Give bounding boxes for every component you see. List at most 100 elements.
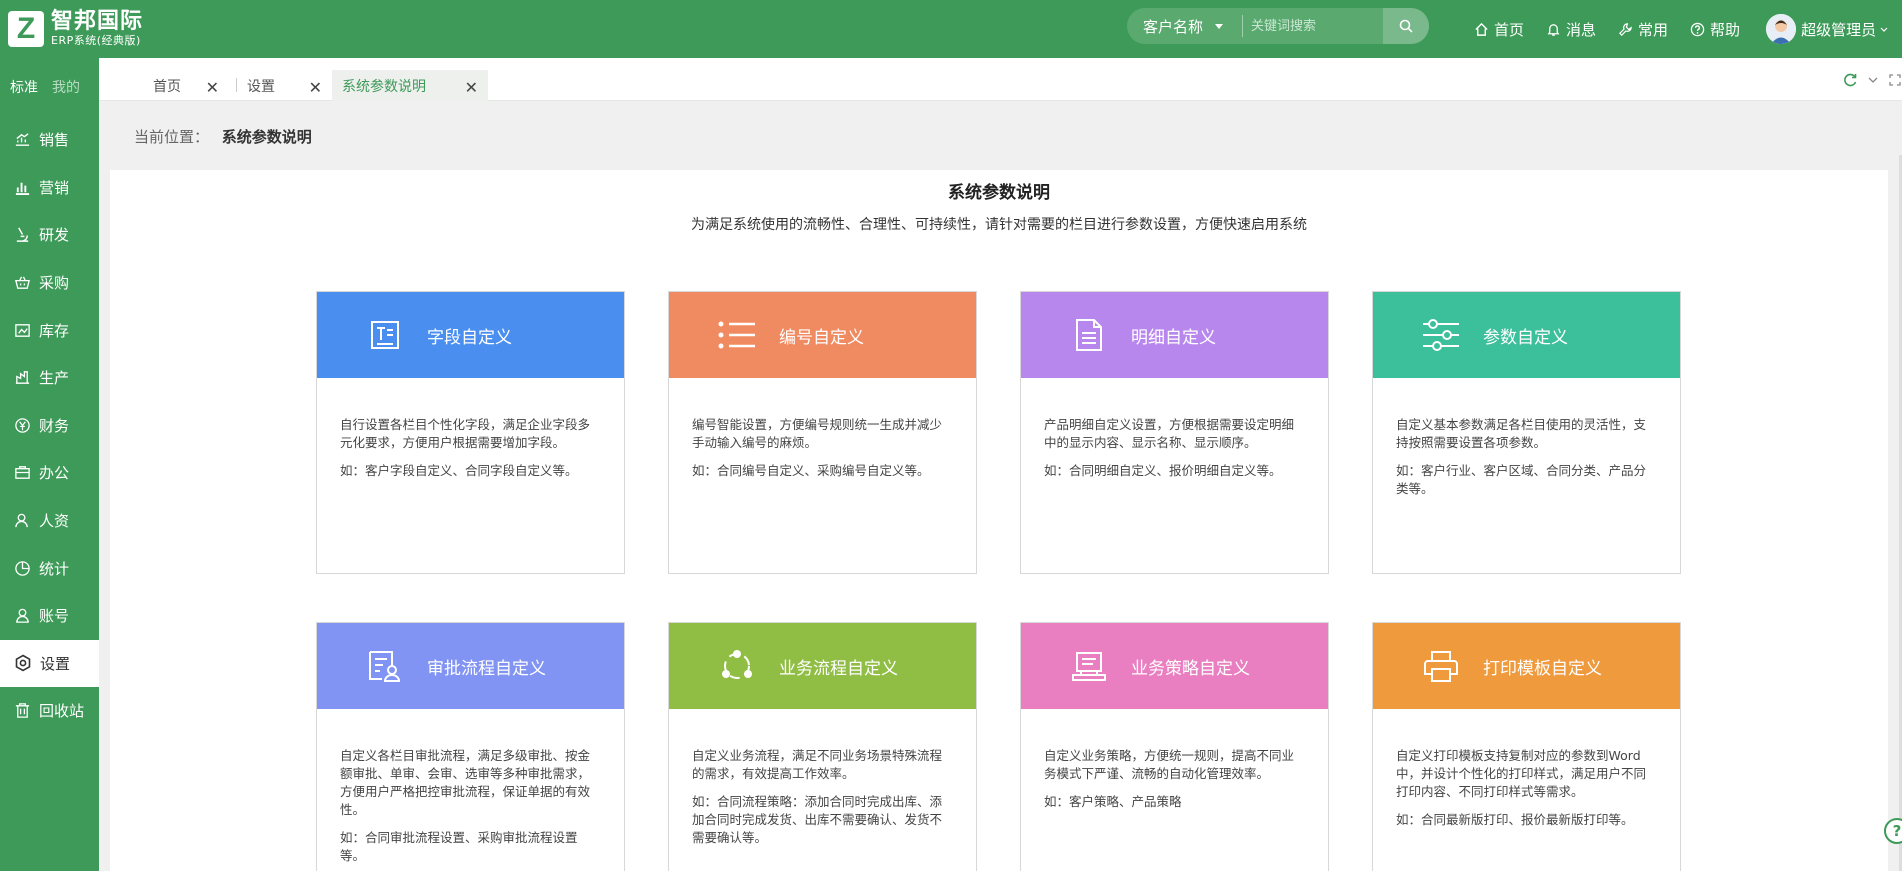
help-icon	[1690, 22, 1705, 36]
card-header: 明细自定义	[1021, 292, 1328, 378]
sidebar-item-settings[interactable]: 设置	[0, 639, 99, 688]
card-example: 如：合同编号自定义、采购编号自定义等。	[692, 463, 930, 478]
briefcase-icon	[15, 466, 30, 480]
card-detail-custom[interactable]: 明细自定义 产品明细自定义设置，方便根据需要设定明细中的显示内容、显示名称、显示…	[1020, 291, 1329, 574]
nav-home[interactable]: 首页	[1474, 19, 1524, 40]
card-example: 如：合同明细自定义、报价明细自定义等。	[1044, 463, 1282, 478]
sidebar-tab-mine[interactable]: 我的	[52, 77, 80, 97]
card-example: 如：客户行业、客户区域、合同分类、产品分类等。	[1396, 463, 1647, 496]
sidebar-item-sales[interactable]: 销售	[0, 116, 99, 164]
card-print-template-custom[interactable]: 打印模板自定义 自定义打印模板支持复制对应的参数到Word中，并设计个性化的打印…	[1372, 622, 1681, 871]
breadcrumb-label: 当前位置：	[134, 128, 210, 146]
nav-messages[interactable]: 消息	[1546, 19, 1596, 40]
tab-settings[interactable]: 设置 ✕	[237, 70, 332, 101]
sidebar-item-purchase[interactable]: 采购	[0, 259, 99, 307]
card-title: 明细自定义	[1131, 327, 1216, 348]
sidebar-item-production[interactable]: 生产	[0, 354, 99, 402]
card-header: 业务流程自定义	[669, 623, 976, 709]
search-input[interactable]	[1243, 8, 1383, 44]
card-description: 自行设置各栏目个性化字段，满足企业字段多元化要求，方便用户根据需要增加字段。	[340, 417, 591, 450]
card-field-custom[interactable]: 字段自定义 自行设置各栏目个性化字段，满足企业字段多元化要求，方便用户根据需要增…	[316, 291, 625, 574]
caret-down-icon	[1215, 23, 1224, 29]
sidebar-item-inventory[interactable]: 库存	[0, 306, 99, 354]
breadcrumb-current: 系统参数说明	[221, 128, 312, 146]
page-description: 为满足系统使用的流畅性、合理性、可持续性，请针对需要的栏目进行参数设置，方便快速…	[691, 217, 1307, 233]
logo-subtitle: ERP系统(经典版)	[51, 34, 141, 47]
card-header: 字段自定义	[317, 292, 624, 378]
gear-icon	[15, 654, 31, 672]
search-bar: 客户名称	[1127, 8, 1429, 44]
document-icon	[1069, 315, 1109, 355]
refresh-icon[interactable]	[1842, 72, 1858, 88]
card-example: 如：合同流程策略：添加合同时完成出库、添加合同时完成发货、出库不需要确认、发货不…	[692, 794, 943, 845]
sales-chart-icon	[15, 133, 30, 147]
card-title: 审批流程自定义	[427, 658, 546, 679]
nav-common[interactable]: 常用	[1618, 19, 1668, 40]
sidebar-item-marketing[interactable]: 营销	[0, 164, 99, 212]
card-example: 如：合同审批流程设置、采购审批流程设置等。	[340, 830, 578, 863]
trash-icon	[15, 703, 30, 719]
sidebar-item-account[interactable]: 账号	[0, 592, 99, 640]
sidebar-tab-standard[interactable]: 标准	[10, 77, 38, 97]
search-button[interactable]	[1383, 8, 1429, 44]
sidebar-item-recycle[interactable]: 回收站	[0, 687, 99, 735]
card-header: 参数自定义	[1373, 292, 1680, 378]
card-strategy-custom[interactable]: 业务策略自定义 自定义业务策略，方便统一规则，提高不同业务模式下严谨、流畅的自动…	[1020, 622, 1329, 871]
page-title: 系统参数说明	[948, 183, 1050, 203]
chevron-down-icon[interactable]	[1866, 73, 1880, 87]
home-icon	[1475, 22, 1488, 36]
field-icon	[365, 315, 405, 355]
sidebar-item-hr[interactable]: 人资	[0, 497, 99, 545]
nav-help[interactable]: 帮助	[1690, 19, 1740, 40]
bar-chart-icon	[15, 182, 30, 195]
card-example: 如：客户字段自定义、合同字段自定义等。	[340, 463, 578, 478]
card-title: 业务流程自定义	[779, 658, 898, 679]
card-number-custom[interactable]: 编号自定义 编号智能设置，方便编号规则统一生成并减少手动输入编号的麻烦。 如：合…	[668, 291, 977, 574]
breadcrumb: 当前位置： 系统参数说明	[134, 126, 312, 147]
account-icon	[16, 608, 29, 624]
tab-bar: 首页 ✕ 设置 ✕ 系统参数说明 ✕	[99, 58, 1902, 101]
user-menu[interactable]: 超级管理员	[1766, 14, 1889, 44]
pie-icon	[15, 560, 30, 576]
sidebar-item-rnd[interactable]: 研发	[0, 211, 99, 259]
sidebar-tabs: 标准 我的	[0, 58, 99, 116]
card-description: 自定义各栏目审批流程，满足多级审批、按金额审批、单审、会审、选审等多种审批需求，…	[340, 748, 591, 817]
tab-tools	[1842, 72, 1902, 88]
user-name: 超级管理员	[1801, 20, 1877, 39]
logo-mark: Z	[8, 11, 44, 47]
card-description: 自定义基本参数满足各栏目使用的灵活性，支持按照需要设置各项参数。	[1396, 417, 1647, 450]
card-header: 编号自定义	[669, 292, 976, 378]
card-param-custom[interactable]: 参数自定义 自定义基本参数满足各栏目使用的灵活性，支持按照需要设置各项参数。 如…	[1372, 291, 1681, 574]
sidebar-item-office[interactable]: 办公	[0, 449, 99, 497]
tab-home[interactable]: 首页 ✕	[99, 70, 229, 101]
close-icon[interactable]: ✕	[206, 78, 219, 97]
list-icon	[717, 315, 757, 355]
search-scope-select[interactable]: 客户名称	[1127, 16, 1242, 37]
production-icon	[15, 371, 30, 385]
card-header: 审批流程自定义	[317, 623, 624, 709]
bell-icon	[1547, 23, 1560, 36]
card-description: 产品明细自定义设置，方便根据需要设定明细中的显示内容、显示名称、显示顺序。	[1044, 417, 1295, 450]
sidebar-item-finance[interactable]: 财务	[0, 402, 99, 450]
card-header: 业务策略自定义	[1021, 623, 1328, 709]
logo-name: 智邦国际	[51, 9, 144, 34]
fullscreen-icon[interactable]	[1888, 73, 1902, 87]
sidebar-item-stats[interactable]: 统计	[0, 544, 99, 592]
person-icon	[15, 513, 28, 528]
logo[interactable]: Z 智邦国际 ERP系统(经典版)	[0, 10, 180, 48]
close-icon[interactable]: ✕	[465, 78, 478, 97]
main-content: 系统参数说明 为满足系统使用的流畅性、合理性、可持续性，请针对需要的栏目进行参数…	[110, 170, 1888, 871]
card-approval-custom[interactable]: 审批流程自定义 自定义各栏目审批流程，满足多级审批、按金额审批、单审、会审、选审…	[316, 622, 625, 871]
approval-icon	[365, 646, 405, 686]
close-icon[interactable]: ✕	[309, 78, 322, 97]
top-nav: 首页 消息 常用 帮助 超级管理员	[1474, 0, 1889, 58]
yen-icon	[15, 418, 30, 433]
warehouse-icon	[15, 323, 30, 337]
card-description: 自定义业务流程，满足不同业务场景特殊流程的需求，有效提高工作效率。	[692, 748, 943, 781]
strategy-icon	[1069, 646, 1109, 686]
sliders-icon	[1421, 315, 1461, 355]
tab-system-params[interactable]: 系统参数说明 ✕	[332, 70, 488, 101]
card-title: 业务策略自定义	[1131, 658, 1250, 679]
card-description: 自定义打印模板支持复制对应的参数到Word中，并设计个性化的打印样式，满足用户不…	[1396, 748, 1647, 799]
card-workflow-custom[interactable]: 业务流程自定义 自定义业务流程，满足不同业务场景特殊流程的需求，有效提高工作效率…	[668, 622, 977, 871]
